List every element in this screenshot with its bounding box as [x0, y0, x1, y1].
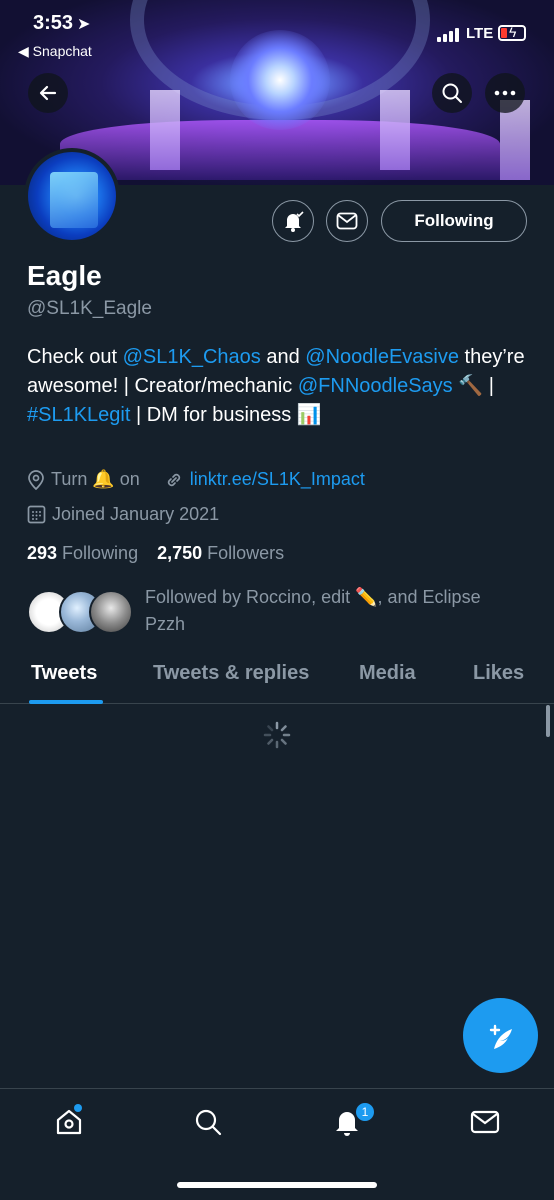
status-bar: 3:53 ➤ ◀ Snapchat LTE ϟ: [0, 0, 554, 60]
followed-by-avatars[interactable]: [27, 590, 137, 636]
mention-link[interactable]: @SL1K_Chaos: [123, 346, 261, 368]
home-indicator[interactable]: [177, 1182, 377, 1188]
hashtag-link[interactable]: #SL1KLegit: [27, 404, 130, 426]
envelope-icon: [470, 1110, 500, 1134]
search-icon: [442, 83, 462, 103]
back-arrow-icon: [39, 85, 57, 101]
more-icon: [494, 90, 516, 96]
search-icon: [195, 1109, 222, 1136]
compose-tweet-button[interactable]: [463, 998, 538, 1073]
nav-search[interactable]: [193, 1107, 223, 1137]
avatar-image: [50, 172, 98, 228]
profile-meta-row: Turn 🔔 on linktr.ee/SL1K_Impact: [27, 469, 365, 490]
tab-likes[interactable]: Likes: [473, 662, 524, 685]
search-button[interactable]: [432, 73, 472, 113]
home-new-dot: [74, 1104, 82, 1112]
bell-check-icon: [285, 211, 304, 232]
follow-counts: 293 Following 2,750 Followers: [27, 543, 284, 564]
message-button[interactable]: [326, 200, 368, 242]
nav-messages[interactable]: [470, 1107, 500, 1137]
active-tab-indicator: [29, 700, 103, 704]
calendar-icon: [27, 505, 46, 524]
signal-icon: [437, 28, 459, 42]
tab-tweets-replies[interactable]: Tweets & replies: [153, 662, 309, 685]
scrollbar[interactable]: [546, 705, 550, 737]
status-time: 3:53 ➤: [33, 12, 90, 35]
tab-media[interactable]: Media: [359, 662, 416, 685]
network-label: LTE: [466, 25, 494, 42]
following-button[interactable]: Following: [381, 200, 527, 242]
bio-text: | DM for business 📊: [130, 404, 322, 426]
back-to-app-link[interactable]: ◀ Snapchat: [18, 43, 92, 60]
followers-label: Followers: [202, 543, 285, 563]
banner-pillar: [150, 90, 180, 170]
followers-count: 2,750: [157, 543, 203, 563]
mention-link[interactable]: @FNNoodleSays: [298, 375, 453, 397]
loading-spinner-icon: [263, 721, 291, 749]
location-arrow-icon: ➤: [77, 16, 91, 33]
notifications-badge: 1: [354, 1101, 376, 1123]
profile-handle: @SL1K_Eagle: [27, 298, 152, 319]
joined-text: Joined January 2021: [52, 504, 220, 524]
time-text: 3:53: [33, 12, 74, 34]
profile-bio: Check out @SL1K_Chaos and @NoodleEvasive…: [27, 343, 532, 430]
profile-avatar[interactable]: [24, 148, 120, 244]
followers-count-link[interactable]: 2,750 Followers: [157, 543, 284, 563]
link-icon: [167, 473, 180, 486]
banner-pillar: [380, 90, 410, 170]
tab-tweets[interactable]: Tweets: [31, 662, 97, 685]
compose-feather-icon: [489, 1024, 512, 1049]
notifications-toggle-button[interactable]: [272, 200, 314, 242]
battery-icon: ϟ: [498, 24, 526, 41]
profile-joined-row: Joined January 2021: [27, 504, 219, 525]
mention-link[interactable]: @NoodleEvasive: [305, 346, 459, 368]
bio-text: 🔨 |: [452, 375, 494, 397]
more-button[interactable]: [485, 73, 525, 113]
avatar: [89, 590, 133, 634]
website-link[interactable]: linktr.ee/SL1K_Impact: [190, 469, 365, 490]
location-pin-icon: [28, 469, 44, 490]
bio-text: Check out: [27, 346, 123, 368]
envelope-icon: [336, 212, 358, 230]
bio-text: and: [260, 346, 306, 368]
location-text: Turn 🔔 on: [51, 469, 140, 489]
followed-by-text[interactable]: Followed by Roccino, edit ✏️, and Eclips…: [145, 584, 525, 638]
profile-tabs: Tweets Tweets & replies Media Likes: [0, 650, 554, 704]
following-count-link[interactable]: 293 Following: [27, 543, 138, 563]
following-label: Following: [57, 543, 139, 563]
following-count: 293: [27, 543, 58, 563]
profile-name: Eagle: [27, 260, 102, 291]
back-button[interactable]: [28, 73, 68, 113]
